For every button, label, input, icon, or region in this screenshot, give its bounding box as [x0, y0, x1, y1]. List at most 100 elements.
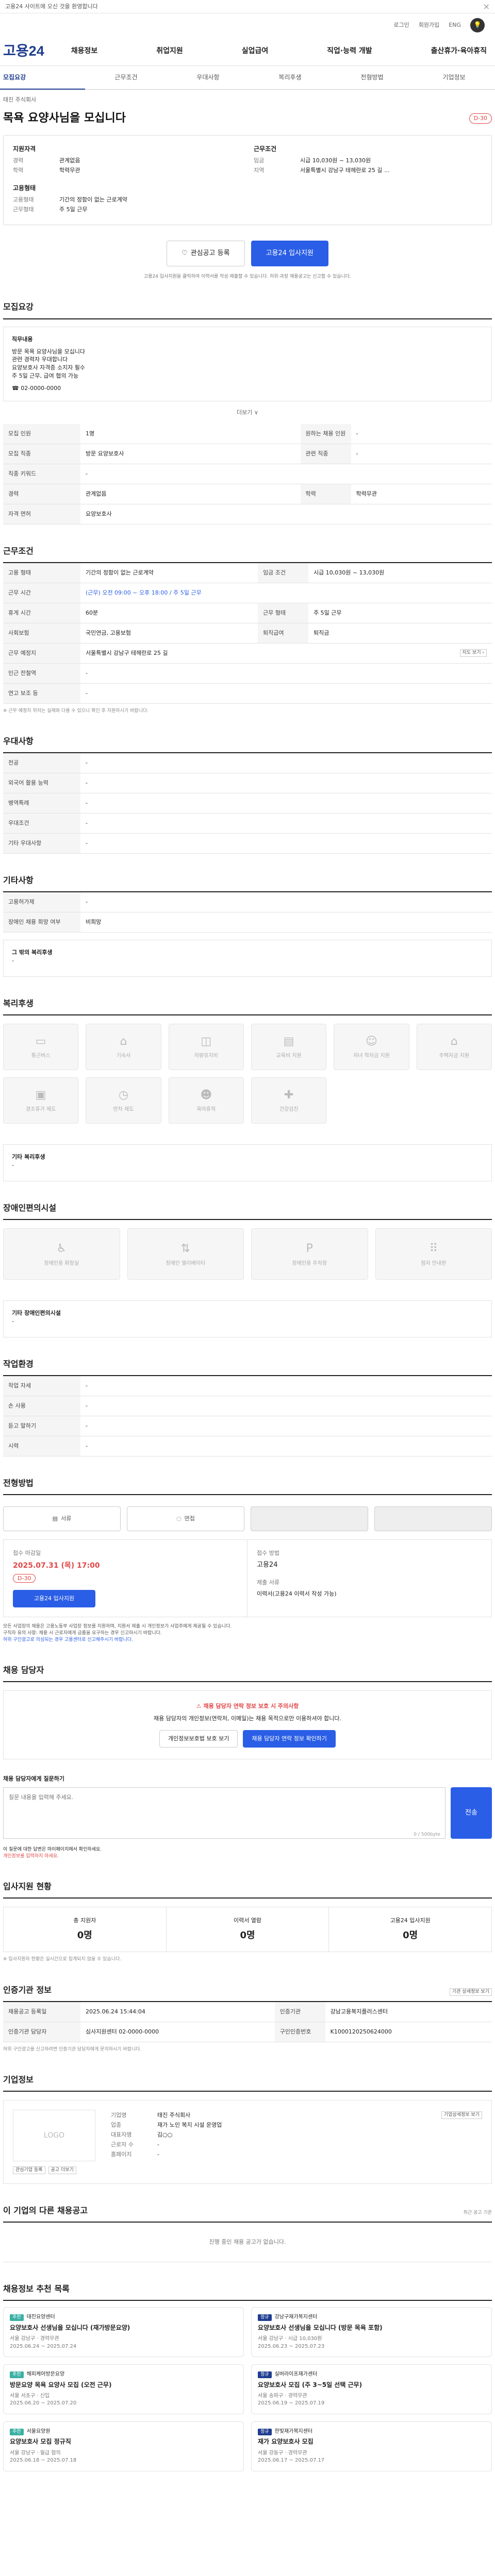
warning-icon: ⚠: [196, 1703, 202, 1710]
welfare-tiles: ▭ 통근버스 ⌂ 기숙사 ◫ 차량유지비 ▤ 교육비 지원 ☺ 자녀 학자금 지원 ⌂ 주택…: [3, 1023, 492, 1124]
other-table: 고용허가제 - 장애인 채용 희망 여부 비희망: [3, 892, 492, 933]
company-jobs-button[interactable]: 공고 더보기: [48, 2166, 76, 2174]
disability-tile: ⇅ 장애인 엘리베이터: [127, 1228, 244, 1280]
menu-item[interactable]: 취업지원: [156, 46, 183, 56]
scrap-button[interactable]: ♡ 관심공고 등록: [167, 241, 245, 267]
company-follow-button[interactable]: 관심기업 등록: [13, 2166, 45, 2174]
login-link[interactable]: 로그인: [393, 21, 409, 29]
recommend-card[interactable]: 추천 서울요양원 요양보호사 모집 정규직 서울 강남구 · 월급 협의 2025…: [3, 2421, 244, 2471]
company-logo: LOGO: [13, 2109, 95, 2161]
stat-item: 고용24 입사지원 0명: [390, 1917, 431, 1941]
menu-item[interactable]: 직업·능력 개발: [327, 46, 372, 56]
section-conditions-heading: 근무조건: [3, 545, 492, 564]
inquiry-label: 채용 담당자에게 질문하기: [3, 1775, 64, 1783]
submit-inquiry-button[interactable]: 전송: [451, 1787, 492, 1839]
house-icon: ⌂: [450, 1035, 458, 1048]
conditions-footnote: ※ 근무 예정지 위치는 실제와 다를 수 있으니 확인 후 지원하시기 바랍니…: [3, 708, 148, 714]
agency-detail-button[interactable]: 기관 상세정보 보기: [450, 1988, 492, 1996]
language-link[interactable]: ENG: [449, 21, 461, 29]
section-agency-heading: 인증기관 정보: [3, 1985, 52, 1995]
inquiry-input[interactable]: [3, 1787, 446, 1839]
parking-icon: P: [306, 1242, 313, 1255]
section-disability-heading: 장애인편의시설: [3, 1202, 492, 1220]
table-row: 연고 보조 등-: [3, 683, 492, 704]
section-company-heading: 기업정보: [3, 2074, 492, 2092]
close-icon[interactable]: ×: [483, 1, 490, 12]
deadline-date: 2025.07.31 (목) 17:00: [13, 1562, 100, 1570]
section-tabs: 모집요강 근무조건 우대사항 복리후생 전형방법 기업정보: [0, 66, 495, 90]
welfare-tile: ⌂ 주택자금 지원: [416, 1023, 492, 1070]
section-contact-heading: 채용 담당자: [3, 1664, 492, 1683]
book-icon: ▤: [283, 1035, 294, 1048]
job-summary-card: 지원자격 경력 관계없음 학력 학력무관 고용형태 고용형태 기간의 정함이 없는 근…: [3, 134, 492, 226]
table-row: 병역특례 -: [3, 793, 492, 814]
main-menu: 채용정보 취업지원 실업급여 직업·능력 개발 출산휴가·육아휴직: [71, 46, 492, 56]
recommend-card[interactable]: 정규 한빛재가복지센터 재가 요양보호사 모집 서울 강동구 · 경력무관 202…: [251, 2421, 492, 2471]
global-nav: 고용24 채용정보 취업지원 실업급여 직업·능력 개발 출산휴가·육아휴직: [0, 37, 495, 66]
company-row: 근로자 수-: [111, 2141, 159, 2148]
disability-tiles: ♿ 장애인용 화장실 ⇅ 장애인 엘리베이터 P 장애인용 주차장 ⠿ 점자 안내판: [3, 1228, 492, 1280]
stat-item: 이력서 열람 0명: [167, 1907, 329, 1952]
braille-icon: ⠿: [429, 1242, 438, 1255]
apply-button[interactable]: 고용24 입사지원: [251, 241, 328, 267]
tab-company[interactable]: 기업정보: [413, 73, 495, 82]
privacy-button[interactable]: 개인정보보호법 보호 보기: [159, 1730, 238, 1748]
disability-tile: P 장애인용 주차장: [251, 1228, 368, 1280]
bus-icon: ▭: [35, 1035, 46, 1048]
disability-box: 기타 장애인편의시설 -: [3, 1300, 492, 1337]
tab-conditions[interactable]: 근무조건: [85, 73, 167, 82]
menu-item[interactable]: 채용정보: [71, 46, 98, 56]
table-row: 인근 전철역 -: [3, 663, 492, 684]
health-icon: ✚: [284, 1088, 294, 1101]
step-empty: [251, 1506, 368, 1532]
map-button[interactable]: 지도 보기 ›: [459, 649, 487, 657]
table-row: 전공 -: [3, 753, 492, 773]
notice-text: 고용24 사이트에 오신 것을 환영합니다: [5, 3, 98, 10]
welfare-tile: ◷ 반차 제도: [86, 1077, 161, 1124]
table-row: 고용허가제 -: [3, 892, 492, 912]
more-button[interactable]: 더보기 ∨: [3, 409, 492, 417]
section-process-heading: 전형방법: [3, 1477, 492, 1496]
company-row: 홈페이지 -: [111, 2150, 159, 2158]
signup-link[interactable]: 회원가입: [419, 21, 439, 29]
contact-view-button[interactable]: 채용 담당자 연락 정보 확인하기: [243, 1730, 336, 1748]
chat-icon: ◌: [176, 1515, 182, 1522]
table-row: 우대조건 -: [3, 813, 492, 834]
inquiry-notes: 이 질문에 대한 답변은 마이페이지에서 확인하세요. 개인정보를 입력하지 마…: [3, 1847, 102, 1859]
recommend-card[interactable]: 정규 강남구재가복지센터 요양보호사 선생님을 모십니다 (방문 목욕 포함) 서…: [251, 2307, 492, 2358]
document-icon: ▤: [52, 1515, 58, 1522]
contact-warning-box: ⚠ 채용 담당자 연락 정보 보호 시 주의사항 채용 담당자의 개인정보(연락처…: [3, 1690, 492, 1760]
welfare-box: 기타 복리후생 -: [3, 1144, 492, 1181]
tab-welfare[interactable]: 복리후생: [249, 73, 331, 82]
disability-tile: ♿ 장애인용 화장실: [3, 1228, 120, 1280]
byte-counter: 0 / 500byte: [414, 1832, 440, 1838]
similar-empty: 진행 중인 채용 공고가 없습니다.: [3, 2223, 492, 2262]
agency-note: 허위 구인광고를 신고하려면 인증기관 담당자에게 문의하시기 바랍니다.: [3, 2046, 142, 2052]
deadline-badge: D-30: [13, 1574, 36, 1583]
site-logo[interactable]: 고용24: [3, 41, 44, 61]
tab-recruit[interactable]: 모집요강: [0, 66, 85, 90]
tab-process[interactable]: 전형방법: [331, 73, 413, 82]
menu-item[interactable]: 실업급여: [242, 46, 269, 56]
clock-icon: ◷: [118, 1088, 129, 1101]
table-row: 손 사용 -: [3, 1396, 492, 1417]
table-row: 모집 인원 1명 원하는 채용 인원 -: [3, 424, 492, 445]
apply-button-2[interactable]: 고용24 입사지원: [13, 1590, 95, 1608]
section-stats-heading: 입사지원 현황: [3, 1880, 492, 1899]
table-row: 자격 면허 요양보호사: [3, 504, 492, 524]
summary-row: 지역 서울특별시 강남구 테헤란로 25 길 ...: [254, 167, 390, 174]
recommend-list: 추천 태진요양센터 요양보호사 선생님을 모십니다 (재가방문요양) 서울 강남구…: [3, 2307, 492, 2471]
step-empty: [374, 1506, 492, 1532]
company-detail-button[interactable]: 기업상세정보 보기: [441, 2111, 482, 2119]
table-row: 듣고 말하기 -: [3, 1416, 492, 1436]
welfare-tile: ▣ 경조휴가 제도: [3, 1077, 79, 1124]
bulb-icon[interactable]: 💡: [470, 18, 485, 32]
other-box: 그 밖의 복리후생 -: [3, 939, 492, 977]
recommend-card[interactable]: 정규 실버라이프재가센터 요양보호사 모집 (주 3~5일 선택 근무) 서울 송…: [251, 2364, 492, 2414]
heart-icon: ♡: [182, 249, 188, 257]
recommend-card[interactable]: 추천 해피케어방문요양 방문요양 목욕 요양사 모집 (오전 근무) 서울 서초구…: [3, 2364, 244, 2414]
tab-preference[interactable]: 우대사항: [167, 73, 249, 82]
recommend-card[interactable]: 추천 태진요양센터 요양보호사 선생님을 모십니다 (재가방문요양) 서울 강남구…: [3, 2307, 244, 2358]
menu-item[interactable]: 출산휴가·육아휴직: [431, 46, 487, 56]
welfare-tile: ▤ 교육비 지원: [251, 1023, 327, 1070]
